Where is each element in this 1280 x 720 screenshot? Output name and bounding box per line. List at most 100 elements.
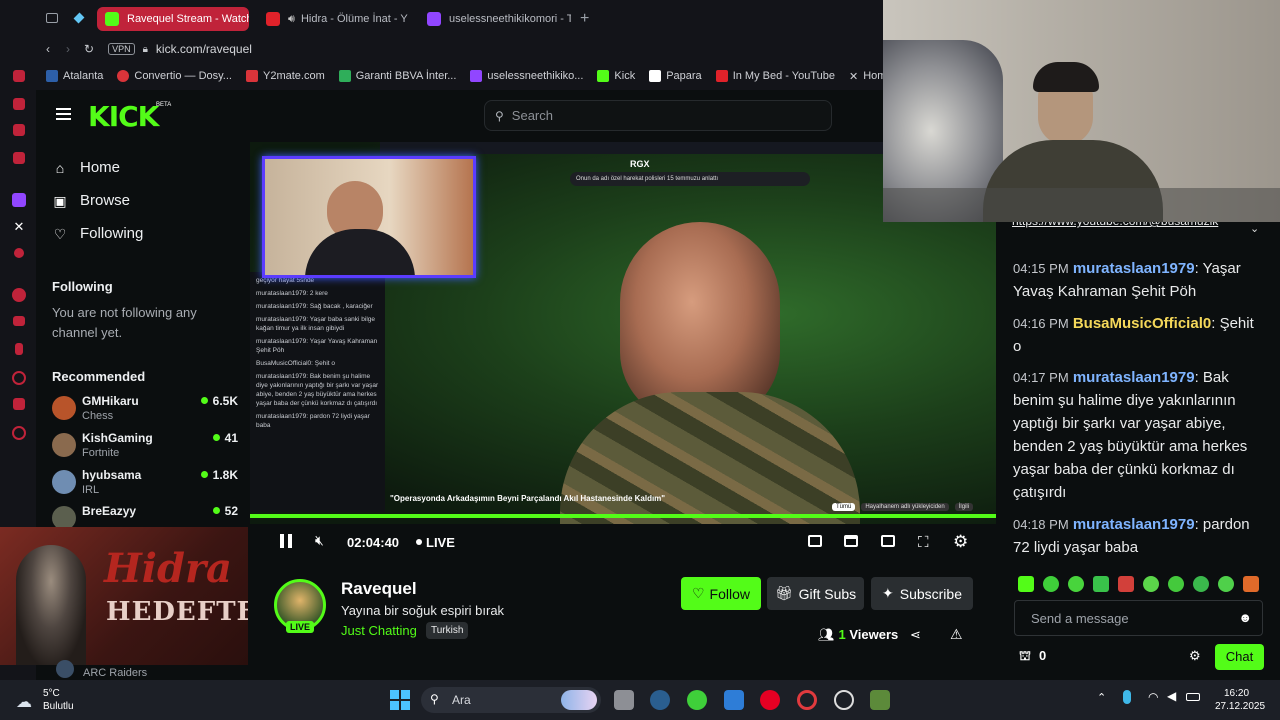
opera-gx-icon[interactable] bbox=[834, 690, 854, 710]
channel-name[interactable]: Ravequel bbox=[341, 579, 417, 599]
clock-time[interactable]: 16:20 bbox=[1224, 688, 1249, 699]
microphone-icon[interactable] bbox=[1123, 690, 1131, 704]
tab-kick[interactable]: Ravequel Stream - Watch bbox=[97, 7, 249, 31]
bookmark-item[interactable]: Kick bbox=[597, 70, 635, 82]
emoji-icon[interactable]: ☻ bbox=[1238, 610, 1252, 625]
emote-icon[interactable] bbox=[1018, 576, 1034, 592]
chat-username[interactable]: murataslaan1979 bbox=[1073, 516, 1195, 533]
mini-player-icon[interactable] bbox=[808, 535, 822, 547]
bookmark-item[interactable]: Y2mate.com bbox=[245, 70, 325, 82]
minecraft-icon[interactable] bbox=[870, 690, 890, 710]
weather-widget[interactable]: ☁ 5°C Bulutlu bbox=[16, 687, 106, 715]
nav-browse[interactable]: ▣ Browse bbox=[52, 192, 130, 209]
battery-icon[interactable] bbox=[1186, 693, 1200, 701]
emote-icon[interactable] bbox=[1193, 576, 1209, 592]
pause-button[interactable] bbox=[280, 534, 292, 548]
tab-youtube[interactable]: 🔊︎ Hidra - Ölüme İnat - Y bbox=[258, 7, 410, 31]
kick-logo[interactable]: KICK BETA bbox=[88, 100, 171, 133]
nav-home[interactable]: ⌂ Home bbox=[52, 159, 120, 176]
twitch-icon bbox=[470, 70, 483, 82]
url-field[interactable]: kick.com/ravequel bbox=[156, 42, 252, 56]
emote-icon[interactable] bbox=[1043, 576, 1059, 592]
emote-icon[interactable] bbox=[1143, 576, 1159, 592]
channel-points[interactable]: ⛫ 0 bbox=[1019, 648, 1046, 666]
crypto-wallet-icon[interactable] bbox=[13, 124, 25, 136]
bookmark-item[interactable]: In My Bed - YouTube bbox=[715, 70, 835, 82]
chat-settings-icon[interactable]: ⚙ bbox=[1189, 648, 1201, 664]
sidebar-extra-item[interactable]: ARC Raiders bbox=[52, 660, 248, 680]
recommended-channel[interactable]: KishGaming Fortnite 41 bbox=[52, 431, 238, 463]
recommended-channel[interactable]: hyubsama IRL 1.8K bbox=[52, 468, 238, 500]
extensions-icon[interactable] bbox=[13, 398, 25, 410]
bookmark-item[interactable]: Convertio — Dosy... bbox=[117, 70, 232, 82]
gift-subs-button[interactable]: 🎁︎ Gift Subs bbox=[767, 577, 864, 610]
taskbar-search[interactable]: ⚲ Ara bbox=[421, 687, 601, 713]
aria-icon[interactable] bbox=[13, 70, 25, 82]
tray-expand-icon[interactable]: ⌃ bbox=[1097, 691, 1106, 704]
bookmark-item[interactable]: Papara bbox=[649, 70, 702, 82]
emote-icon[interactable] bbox=[1168, 576, 1184, 592]
opera-taskbar-icon[interactable] bbox=[797, 690, 817, 710]
theater-mode-icon[interactable] bbox=[881, 535, 895, 547]
shop-icon[interactable] bbox=[13, 98, 25, 110]
fullscreen-icon[interactable]: ⛶ bbox=[918, 534, 929, 551]
extension-icon[interactable] bbox=[14, 248, 24, 258]
report-icon[interactable]: ⚠ bbox=[950, 626, 963, 643]
recommended-channel[interactable]: GMHikaru Chess 6.5K bbox=[52, 394, 238, 426]
progress-bar[interactable] bbox=[250, 514, 996, 518]
nav-following[interactable]: ♡ Following bbox=[52, 225, 144, 242]
emote-icon[interactable] bbox=[1118, 576, 1134, 592]
volume-icon[interactable]: ◀ bbox=[1167, 689, 1176, 703]
search-input[interactable]: ⚲ Search bbox=[484, 100, 832, 131]
folder-icon[interactable] bbox=[13, 316, 25, 326]
chat-input[interactable]: Send a message ☻ bbox=[1014, 600, 1263, 636]
artist-figure bbox=[16, 545, 86, 665]
settings-icon[interactable]: ⚙ bbox=[953, 532, 968, 552]
mail-icon[interactable] bbox=[724, 690, 744, 710]
share-icon[interactable]: ⋖ bbox=[910, 627, 921, 643]
new-tab-button[interactable]: + bbox=[580, 10, 589, 28]
youtube-icon bbox=[715, 70, 728, 82]
emote-icon[interactable] bbox=[1093, 576, 1109, 592]
mute-button[interactable]: 🔇︎ bbox=[315, 532, 324, 549]
back-icon[interactable]: ‹ bbox=[46, 42, 50, 56]
bookmark-item[interactable]: Atalanta bbox=[46, 70, 103, 82]
tab-twitch[interactable]: uselessneethikikomori - T bbox=[419, 7, 571, 31]
steam-icon[interactable] bbox=[650, 690, 670, 710]
game-app-icon[interactable] bbox=[687, 690, 707, 710]
follow-button[interactable]: ♡ Follow bbox=[681, 577, 761, 610]
player-icon[interactable] bbox=[13, 152, 25, 164]
pinterest-icon[interactable] bbox=[760, 690, 780, 710]
chat-username[interactable]: murataslaan1979 bbox=[1073, 260, 1195, 277]
pinned-collapse-icon[interactable]: ⌄ bbox=[1250, 222, 1259, 235]
emote-icon[interactable] bbox=[1218, 576, 1234, 592]
vpn-badge[interactable]: VPN bbox=[108, 43, 135, 55]
bookmark-item[interactable]: Garanti BBVA İnter... bbox=[338, 70, 456, 82]
pin-icon[interactable] bbox=[15, 343, 23, 355]
menu-icon[interactable] bbox=[56, 108, 71, 120]
spotify-icon[interactable] bbox=[12, 288, 26, 302]
twitch-icon[interactable] bbox=[12, 193, 26, 207]
file-explorer-icon[interactable] bbox=[614, 690, 634, 710]
wifi-icon[interactable]: ◠ bbox=[1148, 690, 1158, 704]
reload-icon[interactable]: ↻ bbox=[84, 42, 94, 56]
subscribe-button[interactable]: ✦ Subscribe bbox=[871, 577, 973, 610]
emote-icon[interactable] bbox=[1068, 576, 1084, 592]
forward-icon[interactable]: › bbox=[66, 42, 70, 56]
start-button[interactable] bbox=[390, 690, 410, 710]
history-icon[interactable] bbox=[12, 371, 26, 385]
emote-icon[interactable] bbox=[1243, 576, 1259, 592]
workspace-icon[interactable] bbox=[73, 12, 85, 24]
chat-username[interactable]: murataslaan1979 bbox=[1073, 369, 1195, 386]
x-icon[interactable]: ✕ bbox=[12, 220, 26, 234]
lock-icon: 🔒︎ bbox=[142, 43, 148, 55]
clock-date[interactable]: 27.12.2025 bbox=[1215, 701, 1265, 712]
bookmark-item[interactable]: uselessneethikiko... bbox=[470, 70, 583, 82]
settings-icon[interactable] bbox=[12, 426, 26, 440]
chat-username[interactable]: BusaMusicOfficial0 bbox=[1073, 315, 1211, 332]
chat-send-button[interactable]: Chat bbox=[1215, 644, 1264, 670]
stream-category[interactable]: Just Chatting bbox=[341, 623, 417, 638]
language-tag[interactable]: Turkish bbox=[426, 622, 469, 639]
clip-icon[interactable] bbox=[844, 535, 858, 547]
tab-overview-icon[interactable] bbox=[46, 13, 58, 23]
